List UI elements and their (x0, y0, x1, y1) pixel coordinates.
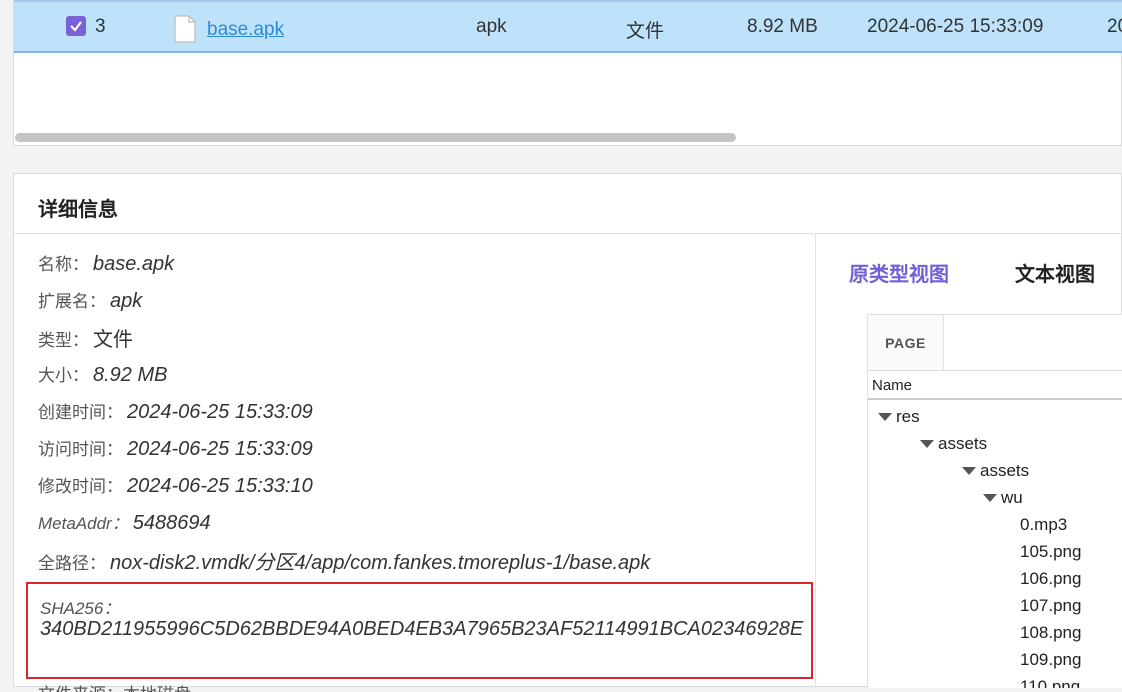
tree-node[interactable]: res (878, 407, 920, 427)
tree-leaf[interactable]: 109.png (1020, 650, 1081, 670)
prop-created-time: 创建时间： 2024-06-25 15:33:09 (38, 398, 313, 424)
prop-accessed-time: 访问时间： 2024-06-25 15:33:09 (38, 435, 313, 461)
prop-cut-off: 文件来源：本地磁盘 (38, 680, 191, 692)
tree-leaf[interactable]: 110.png (1020, 677, 1080, 688)
prop-value: nox-disk2.vmdk/分区4/app/com.fankes.tmorep… (110, 552, 651, 574)
prop-value: apk (110, 290, 143, 312)
tree-node[interactable]: assets (962, 461, 1029, 481)
details-header: 详细信息 (14, 174, 1122, 234)
sha256-value: 340BD211955996C5D62BBDE94A0BED4EB3A7965B… (40, 618, 804, 640)
page-tab[interactable]: PAGE (868, 315, 944, 370)
horizontal-scrollbar[interactable] (14, 131, 1122, 143)
file-next-column: 20 (1107, 16, 1122, 37)
prop-size: 大小： 8.92 MB (38, 361, 167, 387)
prop-type: 类型： 文件 (38, 323, 133, 352)
tree-viewer: PAGE Name res assets assets wu 0.mp3 105… (867, 314, 1122, 688)
tree-node[interactable]: wu (983, 488, 1023, 508)
file-table: 3 base.apk apk 文件 8.92 MB 2024-06-25 15:… (13, 0, 1122, 146)
column-header-name[interactable]: Name (868, 370, 1122, 400)
prop-key: MetaAddr： (38, 514, 129, 533)
prop-value: 2024-06-25 15:33:09 (127, 401, 313, 423)
details-panel: 详细信息 名称： base.apk 扩展名： apk 类型： 文件 大小： 8.92 M… (13, 173, 1122, 692)
tree-leaf[interactable]: 0.mp3 (1020, 515, 1067, 535)
prop-key: 名称： (38, 255, 89, 274)
prop-modified-time: 修改时间： 2024-06-25 15:33:10 (38, 472, 313, 498)
file-size: 8.92 MB (747, 16, 818, 37)
tree-node-label: 107.png (1020, 596, 1082, 615)
tree-leaf[interactable]: 108.png (1020, 623, 1081, 643)
prop-key: 扩展名： (38, 292, 106, 311)
table-row[interactable]: 3 base.apk apk 文件 8.92 MB 2024-06-25 15:… (14, 0, 1122, 53)
prop-value: 2024-06-25 15:33:09 (127, 438, 313, 460)
tree-node-label: assets (938, 434, 988, 453)
prop-value: 文件 (93, 329, 133, 351)
expand-triangle-icon[interactable] (962, 467, 976, 475)
tree-node-label: 108.png (1020, 623, 1082, 642)
prop-key: 创建时间： (38, 403, 123, 422)
tree-node-label: 0.mp3 (1020, 515, 1068, 534)
tree-node-label: wu (1001, 488, 1023, 507)
prop-value: 5488694 (132, 512, 211, 534)
tree-node[interactable]: assets (920, 434, 987, 454)
file-extension: apk (476, 16, 507, 37)
file-icon (174, 15, 196, 43)
prop-name: 名称： base.apk (38, 250, 174, 276)
prop-value: base.apk (93, 253, 175, 275)
expand-triangle-icon[interactable] (920, 440, 934, 448)
prop-key: 大小： (38, 366, 89, 385)
prop-extension: 扩展名： apk (38, 287, 142, 313)
tree-leaf[interactable]: 107.png (1020, 596, 1081, 616)
checkbox-checked-icon[interactable] (66, 16, 86, 36)
tree-node-label: res (896, 407, 920, 426)
prop-key: 类型： (38, 331, 89, 350)
file-created-time: 2024-06-25 15:33:09 (867, 16, 1044, 37)
row-index: 3 (95, 16, 106, 37)
tab-raw-view[interactable]: 原类型视图 (849, 258, 949, 287)
prop-full-path: 全路径： nox-disk2.vmdk/分区4/app/com.fankes.tm… (38, 546, 650, 575)
file-type: 文件 (626, 21, 665, 42)
prop-key: 全路径： (38, 554, 106, 573)
scrollbar-thumb[interactable] (15, 133, 736, 142)
tab-text-view[interactable]: 文本视图 (1015, 258, 1095, 287)
tree-node-label: 110.png (1020, 677, 1081, 688)
viewer-pane: 原类型视图 文本视图 PAGE Name res assets assets w… (817, 234, 1122, 688)
sha256-highlight: SHA256： 340BD211955996C5D62BBDE94A0BED4E… (26, 582, 813, 679)
expand-triangle-icon[interactable] (983, 494, 997, 502)
prop-value: 8.92 MB (93, 364, 168, 386)
prop-meta-addr: MetaAddr： 5488694 (38, 509, 211, 535)
expand-triangle-icon[interactable] (878, 413, 892, 421)
file-name-link[interactable]: base.apk (207, 19, 284, 41)
properties-pane: 名称： base.apk 扩展名： apk 类型： 文件 大小： 8.92 MB 创建时… (14, 234, 816, 692)
tree-leaf[interactable]: 106.png (1020, 569, 1081, 589)
prop-key: 修改时间： (38, 477, 123, 496)
tree-node-label: assets (980, 461, 1030, 480)
details-title: 详细信息 (38, 199, 118, 221)
prop-value: 2024-06-25 15:33:10 (127, 475, 313, 497)
tree-node-label: 105.png (1020, 542, 1082, 561)
prop-key: 访问时间： (38, 440, 123, 459)
tree-leaf[interactable]: 105.png (1020, 542, 1081, 562)
tree-node-label: 109.png (1020, 650, 1082, 669)
tree-node-label: 106.png (1020, 569, 1082, 588)
